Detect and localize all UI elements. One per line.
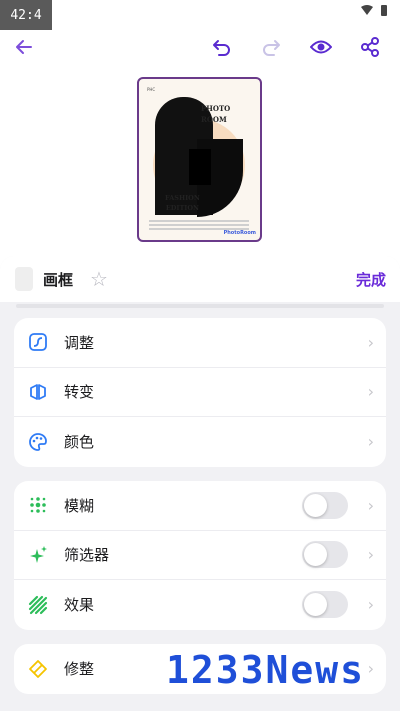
redo-icon (263, 40, 280, 56)
poster-cutout (189, 149, 211, 185)
list-item-label: 模糊 (64, 496, 95, 515)
poster-body-lines (149, 218, 249, 230)
filters-toggle[interactable] (302, 541, 348, 569)
list-item-color[interactable]: 颜色 › (14, 417, 386, 467)
toggle-knob (304, 543, 327, 567)
poster-edition-line2: EDITION (165, 204, 199, 212)
status-time: 42:4 (0, 0, 52, 30)
list-item-label: 筛选器 (64, 546, 110, 565)
list-item-blur[interactable]: 模糊 › (14, 481, 386, 531)
chevron-right-icon: › (367, 659, 374, 679)
toggle-knob (304, 593, 327, 617)
done-button[interactable]: 完成 (356, 269, 386, 290)
blur-icon (27, 494, 49, 516)
poster-brand: PhotoRoom (223, 230, 256, 236)
chevron-right-icon: › (367, 382, 374, 402)
eye-icon (310, 40, 332, 54)
arrow-left-icon (16, 40, 32, 54)
blur-toggle[interactable] (302, 491, 348, 519)
chevron-right-icon: › (367, 432, 374, 452)
status-bar: 42:4 (0, 0, 400, 30)
poster-edition-line1: FASHION (165, 194, 200, 202)
poster-small-text: PHC (147, 87, 156, 92)
chevron-right-icon: › (367, 595, 374, 615)
list-item-transform[interactable]: 转变 › (14, 368, 386, 417)
poster-title-line1: PHOTO (201, 104, 231, 113)
battery-icon (381, 5, 387, 16)
watermark-text: 1233News (166, 648, 366, 692)
list-item-effects[interactable]: 效果 › (14, 580, 386, 630)
adjust-icon (27, 331, 49, 353)
list-item-label: 转变 (64, 383, 95, 402)
share-icon (361, 37, 379, 57)
sheet-title: 画框 (43, 271, 74, 289)
list-item-label: 颜色 (64, 433, 95, 452)
redo-button[interactable] (258, 34, 284, 60)
effects-icon (27, 594, 49, 616)
effects-toggle[interactable] (302, 591, 348, 619)
frame-thumbnail (15, 267, 33, 291)
share-button[interactable] (357, 34, 383, 60)
sheet-header: 画框 ☆ 完成 (0, 256, 400, 302)
chevron-right-icon: › (367, 332, 374, 352)
bottom-sheet: 画框 ☆ 完成 调整 › 转变 › 颜色 › 模糊 › 筛选器 › 效果 › 修… (0, 256, 400, 711)
list-item-adjust[interactable]: 调整 › (14, 318, 386, 368)
poster-title: PHOTO ROOM (201, 103, 230, 125)
settings-card-2: 模糊 › 筛选器 › 效果 › (14, 481, 386, 630)
undo-icon (213, 40, 230, 56)
sparkle-icon (27, 544, 49, 566)
top-toolbar (0, 28, 400, 66)
palette-icon (27, 431, 49, 453)
toggle-knob (304, 493, 327, 517)
list-item-label: 调整 (64, 333, 95, 352)
chevron-right-icon: › (367, 545, 374, 565)
back-button[interactable] (11, 34, 37, 60)
undo-button[interactable] (209, 34, 235, 60)
list-item-label: 效果 (64, 596, 95, 615)
poster-edition: FASHION EDITION (165, 193, 200, 213)
wifi-icon (361, 5, 373, 15)
chevron-right-icon: › (367, 495, 374, 515)
sheet-divider (16, 304, 384, 308)
favorite-star-icon[interactable]: ☆ (90, 267, 108, 291)
status-icons (360, 4, 388, 16)
retouch-icon (27, 658, 49, 680)
transform-icon (27, 381, 49, 403)
settings-card-1: 调整 › 转变 › 颜色 › (14, 318, 386, 467)
list-item-filters[interactable]: 筛选器 › (14, 531, 386, 580)
preview-button[interactable] (308, 34, 334, 60)
poster-title-line2: ROOM (201, 115, 227, 124)
list-item-label: 修整 (64, 660, 95, 679)
poster-preview[interactable]: PHC PHOTO ROOM FASHION EDITION PhotoRoom (137, 77, 262, 242)
